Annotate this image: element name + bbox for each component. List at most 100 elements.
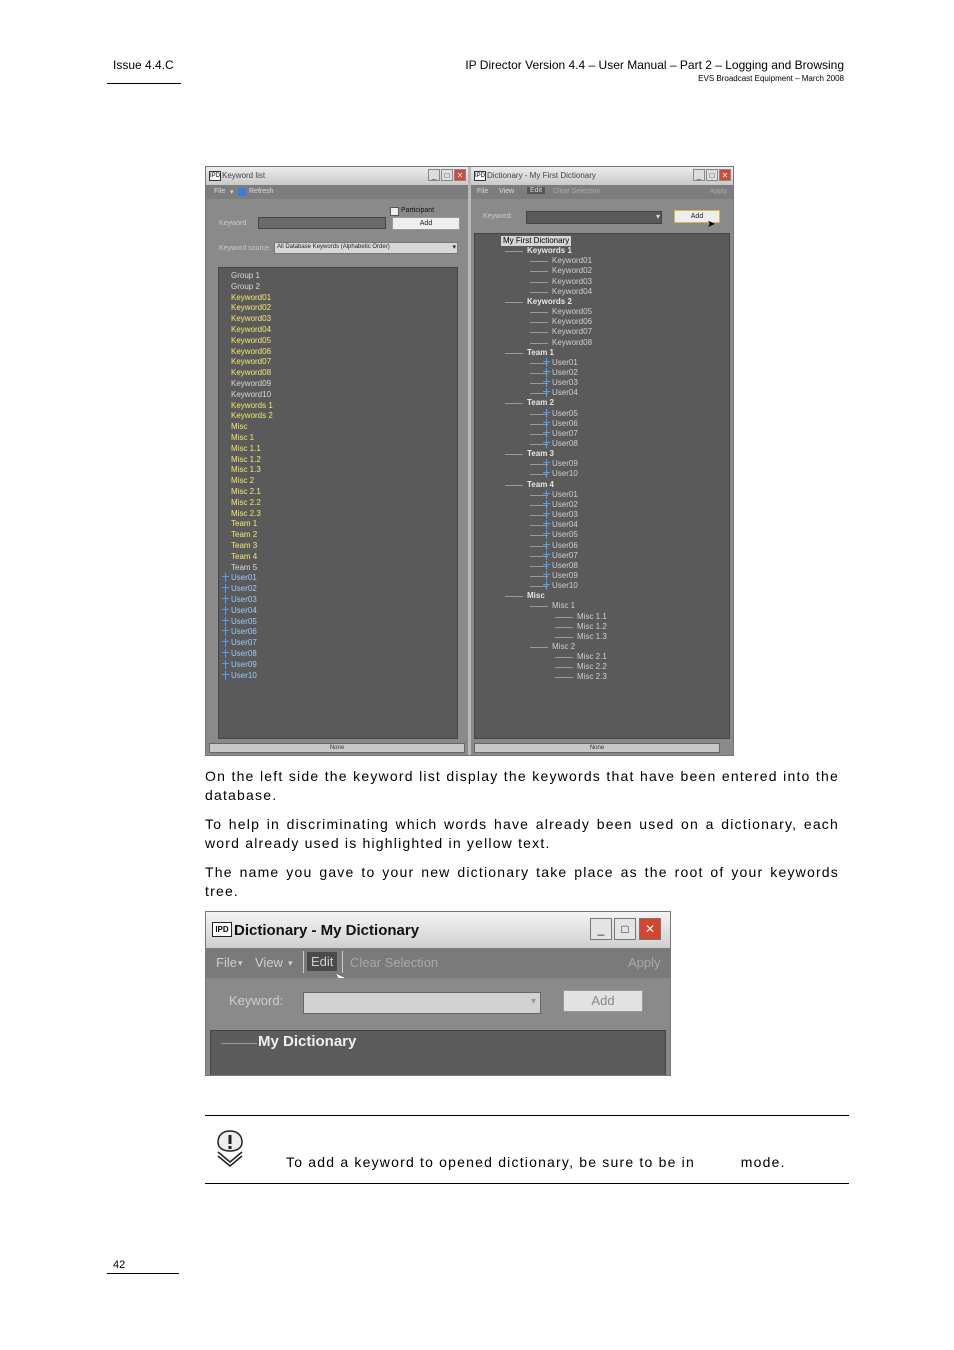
close-icon[interactable]: ✕	[639, 918, 661, 940]
keyword-list-item[interactable]: User08	[231, 649, 257, 659]
tree-item[interactable]: User01	[552, 490, 578, 500]
keyword-list-item[interactable]: Misc 1.1	[231, 444, 261, 454]
tree-item[interactable]: User04	[552, 388, 578, 398]
tree-item[interactable]: User02	[552, 500, 578, 510]
minimize-icon[interactable]: _	[428, 169, 440, 181]
keyword-list-item[interactable]: User09	[231, 660, 257, 670]
keyword-list-item[interactable]: Keywords 1	[231, 401, 273, 411]
tree-item[interactable]: User05	[552, 530, 578, 540]
tree-item[interactable]: User06	[552, 419, 578, 429]
dictionary-zoom-tree[interactable]: My Dictionary	[210, 1030, 666, 1075]
tree-item[interactable]: User03	[552, 378, 578, 388]
tree-item[interactable]: Team 4	[527, 480, 554, 490]
keyword-source-select[interactable]: All Database Keywords (Alphabetic Order)…	[274, 242, 458, 254]
keyword-list-item[interactable]: Misc 2.3	[231, 509, 261, 519]
menu-clear-selection[interactable]: Clear Selection	[350, 955, 438, 970]
menu-apply[interactable]: Apply	[628, 955, 661, 970]
tree-item[interactable]: User08	[552, 561, 578, 571]
keyword-list-item[interactable]: Keyword04	[231, 325, 271, 335]
tree-item[interactable]: Misc	[527, 591, 545, 601]
keyword-list-item[interactable]: Misc 1.3	[231, 465, 261, 475]
tree-item[interactable]: User05	[552, 409, 578, 419]
keyword-list-item[interactable]: Keyword01	[231, 293, 271, 303]
keyword-list-item[interactable]: Keyword10	[231, 390, 271, 400]
tree-item[interactable]: User07	[552, 429, 578, 439]
minimize-icon[interactable]: _	[590, 918, 612, 940]
keyword-list-item[interactable]: User10	[231, 671, 257, 681]
tree-item[interactable]: Keyword04	[552, 287, 592, 297]
keyword-list-item[interactable]: Keyword09	[231, 379, 271, 389]
keyword-list-item[interactable]: Team 5	[231, 563, 257, 573]
tree-item[interactable]: Keyword08	[552, 338, 592, 348]
menu-view[interactable]: View	[499, 188, 514, 195]
menu-file[interactable]: File	[477, 188, 488, 195]
tree-item[interactable]: Misc 2.1	[577, 652, 607, 662]
tree-item[interactable]: Keyword05	[552, 307, 592, 317]
keyword-list-item[interactable]: Keyword03	[231, 314, 271, 324]
keyword-list-item[interactable]: Keyword02	[231, 303, 271, 313]
keyword-list-item[interactable]: Group 1	[231, 271, 260, 281]
keyword-list-item[interactable]: User06	[231, 627, 257, 637]
tree-item[interactable]: Keywords 1	[527, 246, 572, 256]
keyword-list-item[interactable]: User07	[231, 638, 257, 648]
maximize-icon[interactable]: □	[706, 169, 718, 181]
keyword-list-item[interactable]: User05	[231, 617, 257, 627]
keyword-list-item[interactable]: Misc 2.2	[231, 498, 261, 508]
menu-apply[interactable]: Apply	[709, 188, 727, 195]
menu-file[interactable]: File	[216, 955, 237, 970]
tree-item[interactable]: User01	[552, 358, 578, 368]
tree-item[interactable]: Keywords 2	[527, 297, 572, 307]
keyword-list-item[interactable]: Keywords 2	[231, 411, 273, 421]
dictionary-keyword-select[interactable]: ▾	[526, 211, 662, 224]
tree-item[interactable]: User09	[552, 459, 578, 469]
tree-item[interactable]: Misc 2	[552, 642, 575, 652]
tree-item[interactable]: Misc 1.3	[577, 632, 607, 642]
minimize-icon[interactable]: _	[693, 169, 705, 181]
keyword-list-item[interactable]: Team 2	[231, 530, 257, 540]
tree-item[interactable]: User06	[552, 541, 578, 551]
keyword-list-item[interactable]: Misc 1	[231, 433, 254, 443]
menu-clear-selection[interactable]: Clear Selection	[553, 188, 600, 195]
keyword-list-item[interactable]: Misc 1.2	[231, 455, 261, 465]
tree-item[interactable]: Team 3	[527, 449, 554, 459]
maximize-icon[interactable]: □	[614, 918, 636, 940]
add-button[interactable]: Add	[392, 217, 460, 230]
keyword-select[interactable]: ▾	[303, 992, 541, 1014]
participant-checkbox[interactable]	[390, 207, 399, 216]
tree-root-label[interactable]: My Dictionary	[258, 1033, 356, 1050]
menu-edit[interactable]: Edit	[527, 187, 546, 194]
menu-file[interactable]: File	[214, 188, 225, 195]
tree-item[interactable]: Keyword07	[552, 327, 592, 337]
menu-view[interactable]: View	[255, 955, 283, 970]
keyword-list[interactable]: Group 1 Group 2 Keyword01 Keyword02 Keyword0…	[218, 267, 458, 739]
keyword-list-item[interactable]: Keyword05	[231, 336, 271, 346]
tree-item[interactable]: Misc 1	[552, 601, 575, 611]
tree-item[interactable]: Misc 1.1	[577, 612, 607, 622]
tree-item[interactable]: User10	[552, 469, 578, 479]
keyword-input[interactable]	[258, 217, 386, 229]
tree-item[interactable]: Team 1	[527, 348, 554, 358]
tree-item[interactable]: User07	[552, 551, 578, 561]
tree-item[interactable]: User10	[552, 581, 578, 591]
tree-item[interactable]: Keyword01	[552, 256, 592, 266]
keyword-list-item[interactable]: Team 3	[231, 541, 257, 551]
add-button[interactable]: Add	[563, 990, 643, 1012]
keyword-list-item[interactable]: Keyword07	[231, 357, 271, 367]
keyword-list-item[interactable]: Group 2	[231, 282, 260, 292]
tree-item[interactable]: Misc 2.3	[577, 672, 607, 682]
close-icon[interactable]: ✕	[454, 169, 466, 181]
tree-item[interactable]: Misc 2.2	[577, 662, 607, 672]
keyword-list-item[interactable]: Misc 2	[231, 476, 254, 486]
close-icon[interactable]: ✕	[719, 169, 731, 181]
keyword-list-item[interactable]: Keyword06	[231, 347, 271, 357]
keyword-list-item[interactable]: Team 4	[231, 552, 257, 562]
tree-item[interactable]: User03	[552, 510, 578, 520]
keyword-list-item[interactable]: User03	[231, 595, 257, 605]
keyword-list-item[interactable]: Team 1	[231, 519, 257, 529]
keyword-list-item[interactable]: User01	[231, 573, 257, 583]
menu-refresh[interactable]: Refresh	[249, 188, 274, 195]
tree-item[interactable]: User04	[552, 520, 578, 530]
tree-item[interactable]: Misc 1.2	[577, 622, 607, 632]
tree-item[interactable]: Team 2	[527, 398, 554, 408]
menu-edit[interactable]: Edit	[307, 952, 338, 971]
